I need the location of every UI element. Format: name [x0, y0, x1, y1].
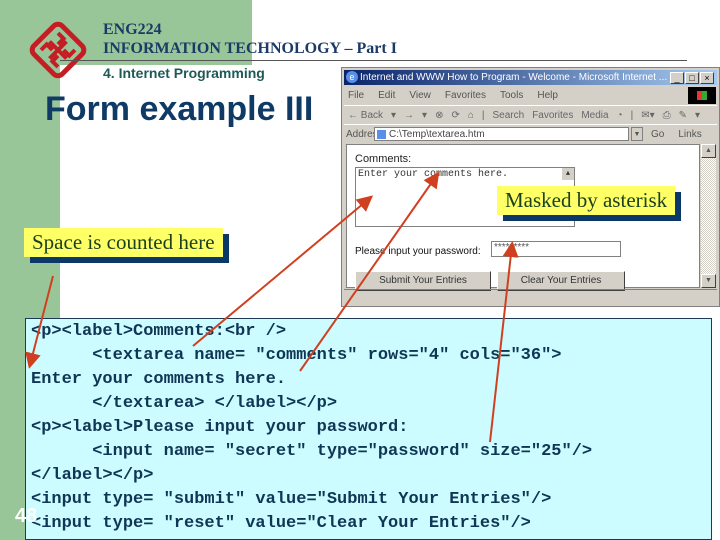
code-line: </label></p>	[31, 466, 154, 485]
search-button[interactable]: Search	[493, 110, 525, 121]
password-label: Please input your password:	[355, 246, 481, 257]
slide-title: Form example III	[45, 90, 314, 128]
menu-edit[interactable]: Edit	[378, 90, 395, 101]
media-button[interactable]: Media	[581, 110, 608, 121]
address-input[interactable]: C:\Temp\textarea.htm	[374, 127, 629, 141]
forward-button[interactable]: →	[404, 110, 414, 121]
minimize-button[interactable]: _	[670, 72, 684, 84]
course-code: ENG224	[103, 21, 162, 38]
menu-file[interactable]: File	[348, 90, 364, 101]
browser-toolbar: ← Back ▾ → ▾ ⊗ ⟳ ⌂ | Search Favorites Me…	[344, 105, 717, 124]
menu-view[interactable]: View	[409, 90, 431, 101]
textarea-scroll-up-icon[interactable]: ▲	[562, 168, 574, 180]
course-title: INFORMATION TECHNOLOGY – Part I	[103, 40, 397, 57]
code-line: <input type= "submit" value="Submit Your…	[31, 490, 552, 509]
menu-bar: File Edit View Favorites Tools Help	[344, 87, 717, 104]
favorites-button[interactable]: Favorites	[532, 110, 573, 121]
code-line: <p><label>Please input your password:	[31, 418, 409, 437]
code-block: <p><label>Comments:<br /> <textarea name…	[25, 318, 712, 540]
status-bar	[344, 289, 717, 304]
back-button[interactable]: ← Back	[348, 110, 383, 121]
menu-favorites[interactable]: Favorites	[445, 90, 486, 101]
ie-icon: e	[346, 71, 358, 83]
page-content: Comments: Enter your comments here. ▲ Pl…	[346, 144, 700, 291]
submit-button[interactable]: Submit Your Entries	[355, 271, 491, 291]
chapter-label: 4. Internet Programming	[103, 65, 265, 81]
address-label: Address	[346, 128, 383, 140]
code-line: <textarea name= "comments" rows="4" cols…	[31, 346, 562, 365]
scroll-up-icon[interactable]: ▲	[701, 144, 716, 158]
password-input[interactable]: *********	[491, 241, 621, 257]
home-icon[interactable]: ⌂	[468, 110, 474, 121]
reset-button[interactable]: Clear Your Entries	[497, 271, 625, 291]
polyu-logo-icon	[29, 21, 87, 79]
windows-logo-icon	[688, 87, 716, 104]
edit-icon[interactable]: ✎	[679, 110, 687, 121]
history-icon[interactable]: ◔	[617, 110, 623, 121]
maximize-button[interactable]: □	[685, 72, 699, 84]
more-dropdown-icon[interactable]: ▾	[695, 110, 700, 121]
address-dropdown-icon[interactable]: ▼	[631, 127, 643, 141]
comments-label: Comments:	[355, 153, 412, 165]
vertical-scrollbar[interactable]: ▲ ▼	[701, 144, 716, 288]
close-button[interactable]: ×	[700, 72, 714, 84]
scroll-down-icon[interactable]: ▼	[701, 274, 716, 288]
refresh-icon[interactable]: ⟳	[451, 110, 459, 121]
masked-callout: Masked by asterisk	[497, 186, 676, 215]
stop-icon[interactable]: ⊗	[435, 110, 443, 121]
go-button[interactable]: Go	[651, 129, 664, 140]
code-line: <input name= "secret" type="password" si…	[31, 442, 593, 461]
print-icon[interactable]: ⎙	[663, 110, 671, 121]
toolbar-separator: |	[481, 109, 485, 121]
toolbar-separator: |	[630, 109, 634, 121]
code-line: <p><label>Comments:<br />	[31, 322, 287, 341]
textarea-value: Enter your comments here.	[358, 169, 509, 180]
menu-tools[interactable]: Tools	[500, 90, 523, 101]
code-line: <input type= "reset" value="Clear Your E…	[31, 514, 531, 533]
space-callout: Space is counted here	[24, 228, 223, 257]
menu-help[interactable]: Help	[537, 90, 558, 101]
forward-dropdown-icon[interactable]: ▾	[422, 110, 427, 121]
code-line: </textarea> </label></p>	[31, 394, 338, 413]
code-line: Enter your comments here.	[31, 370, 287, 389]
course-header: ENG224 INFORMATION TECHNOLOGY – Part I	[103, 20, 397, 58]
mail-icon[interactable]: ✉▾	[641, 110, 654, 121]
window-title: Internet and WWW How to Program - Welcom…	[360, 72, 668, 83]
links-button[interactable]: Links	[678, 129, 701, 140]
back-dropdown-icon[interactable]: ▾	[391, 110, 396, 121]
header-divider	[60, 60, 687, 61]
page-number: 48	[15, 505, 38, 527]
browser-titlebar: e Internet and WWW How to Program - Welc…	[344, 70, 717, 85]
address-bar: Address C:\Temp\textarea.htm ▼ Go Links	[344, 124, 717, 143]
